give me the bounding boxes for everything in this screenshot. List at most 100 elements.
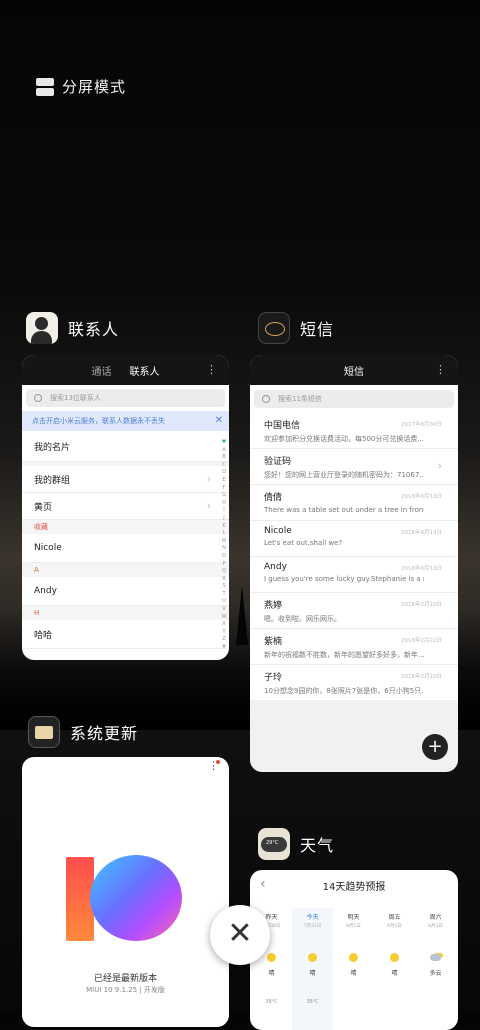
contacts-tab-bar: 通话 联系人 ⋮ [22, 355, 229, 385]
close-icon[interactable]: ✕ [215, 415, 223, 426]
message-thread-row[interactable]: 倩倩 There was a table set out under a tree… [250, 485, 458, 521]
alphabet-index-letter[interactable]: S [221, 583, 227, 591]
alphabet-index-letter[interactable]: F [221, 485, 227, 493]
split-screen-button[interactable]: 分屏模式 [36, 76, 126, 97]
messages-search-input[interactable]: 搜索11条短信 [254, 390, 454, 408]
message-thread-row[interactable]: 验证码 您好！您的网上营业厅登录的随机密码为：71067... › [250, 449, 458, 485]
alphabet-index-scroller[interactable]: ♥ A B C D E F G H I J K L M N O P Q R S T U V W X Y Z # [221, 439, 227, 652]
forecast-day[interactable]: 明天 8月1日 [333, 912, 374, 929]
alphabet-index-letter[interactable]: J [221, 515, 227, 523]
weather-card[interactable]: ‹ 14天趋势预报 昨天 7月30日 今天 7月31日 明天 8月1日 周五 8月2日 周六 8月… [250, 870, 458, 1030]
alphabet-index-letter[interactable]: A [221, 447, 227, 455]
day-label: 周五 [388, 914, 401, 921]
message-date: 2017年8月30日 [401, 422, 442, 428]
condition-label: 晴 [309, 970, 316, 977]
new-message-button[interactable]: + [422, 734, 448, 760]
message-date: 2018年2月22日 [401, 674, 442, 680]
alphabet-index-letter[interactable]: ♥ [221, 439, 227, 447]
forecast-day[interactable]: 周六 8月3日 [415, 912, 456, 929]
temp-label: 38°C [306, 999, 319, 1005]
forecast-day[interactable]: 今天 7月31日 [292, 912, 333, 929]
contacts-menu-icon[interactable]: ⋮ [206, 363, 217, 376]
weather-days-row: 昨天 7月30日 今天 7月31日 明天 8月1日 周五 8月2日 周六 8月3日 [250, 912, 458, 929]
weather-title-bar: ‹ 14天趋势预报 [250, 870, 458, 900]
contacts-app-title: 联系人 [68, 320, 120, 339]
contacts-app-header[interactable]: 联系人 [26, 312, 119, 344]
message-thread-row[interactable]: Andy I guess you're some lucky guy.Stepha… [250, 557, 458, 593]
updater-app-header[interactable]: 系统更新 [28, 716, 138, 748]
tab-contacts[interactable]: 联系人 [130, 363, 160, 378]
my-groups-label: 我的群组 [34, 475, 71, 486]
alphabet-index-letter[interactable]: D [221, 469, 227, 477]
alphabet-index-letter[interactable]: N [221, 545, 227, 553]
alphabet-index-letter[interactable]: R [221, 576, 227, 584]
message-thread-row[interactable]: Nicole Let's eat out,shall we? 2018年6月13日 [250, 521, 458, 557]
messages-app-header[interactable]: 短信 [258, 312, 334, 344]
alphabet-index-letter[interactable]: X [221, 621, 227, 629]
alphabet-index-letter[interactable]: # [221, 644, 227, 652]
cloud-service-notice[interactable]: 点击开启小米云服务，联系人数据永不丢失 ✕ [22, 411, 229, 431]
yellow-pages-label: 黄页 [34, 502, 53, 513]
alphabet-index-letter[interactable]: L [221, 530, 227, 538]
message-thread-row[interactable]: 子玲 10分想念9园的你，8张照片7张是你，6只小狗5只... 2018年2月22日 [250, 665, 458, 701]
alphabet-index-letter[interactable]: I [221, 507, 227, 515]
contact-row-nicole[interactable]: Nicole [22, 534, 229, 563]
updater-card[interactable]: ⋮ 已经是最新版本 MIUI 10 9.1.25 | 开发版 [22, 757, 229, 1027]
contacts-card[interactable]: 通话 联系人 ⋮ 搜索13位联系人 点击开启小米云服务，联系人数据永不丢失 ✕ … [22, 355, 229, 660]
contact-row-andy[interactable]: Andy [22, 577, 229, 606]
condition-label: 晴 [268, 970, 275, 977]
alphabet-index-letter[interactable]: P [221, 561, 227, 569]
back-arrow-icon[interactable]: ‹ [260, 876, 266, 892]
alphabet-index-letter[interactable]: O [221, 553, 227, 561]
alphabet-index-letter[interactable]: H [221, 500, 227, 508]
sunny-icon [349, 953, 358, 962]
message-preview: 10分想念9园的你，8张照片7张是你，6只小狗5只... [264, 687, 424, 695]
my-card-row[interactable]: 我的名片 [22, 431, 229, 462]
alphabet-index-letter[interactable]: E [221, 477, 227, 485]
weather-app-title: 天气 [300, 836, 335, 855]
updater-app-icon [28, 716, 60, 748]
messages-app-title: 短信 [300, 320, 335, 339]
alphabet-index-letter[interactable]: M [221, 538, 227, 546]
alphabet-index-letter[interactable]: C [221, 462, 227, 470]
chevron-right-icon: › [207, 473, 211, 485]
messages-menu-icon[interactable]: ⋮ [435, 363, 446, 376]
messages-header: 短信 [344, 366, 364, 378]
tower-spire [236, 585, 248, 645]
yellow-pages-row[interactable]: 黄页 › [22, 493, 229, 520]
alphabet-index-letter[interactable]: B [221, 454, 227, 462]
contact-name: Nicole [34, 543, 62, 553]
weather-header: 14天趋势预报 [322, 881, 386, 893]
message-preview: There was a table set out under a tree i… [264, 506, 424, 514]
weather-app-icon: 29°C [258, 828, 290, 860]
day-label: 明天 [347, 914, 360, 921]
alphabet-index-letter[interactable]: V [221, 606, 227, 614]
close-all-button[interactable]: ✕ [210, 905, 270, 965]
day-date: 8月2日 [387, 924, 402, 929]
message-thread-row[interactable]: 紫楠 新年的祝福数不胜数，新年的愿望好多好多，新年... 2018年2月22日 [250, 629, 458, 665]
alphabet-index-letter[interactable]: W [221, 614, 227, 622]
alphabet-index-letter[interactable]: T [221, 591, 227, 599]
alphabet-index-letter[interactable]: U [221, 598, 227, 606]
contact-row-haha[interactable]: 哈哈 [22, 620, 229, 649]
contacts-search-input[interactable]: 搜索13位联系人 [26, 389, 225, 407]
message-preview: Let's eat out,shall we? [264, 539, 343, 547]
message-thread-row[interactable]: 燕婷 嗯。收到啦。网乐网乐。 2018年2月22日 [250, 593, 458, 629]
contacts-app-icon [26, 312, 58, 344]
tab-calls[interactable]: 通话 [92, 363, 112, 378]
messages-card[interactable]: 短信 ⋮ 搜索11条短信 中国电信 欢迎参加积分兑换话费活动，每500分可兑换话费… [250, 355, 458, 772]
notice-text: 点击开启小米云服务，联系人数据永不丢失 [32, 417, 165, 425]
alphabet-index-letter[interactable]: K [221, 523, 227, 531]
alphabet-index-letter[interactable]: Z [221, 636, 227, 644]
temp-label: 38°C [265, 999, 278, 1005]
message-date: 2018年2月22日 [401, 638, 442, 644]
weather-app-header[interactable]: 29°C 天气 [258, 828, 334, 860]
forecast-condition: 晴 [333, 953, 374, 977]
alphabet-index-letter[interactable]: G [221, 492, 227, 500]
forecast-condition: 多云 [415, 953, 456, 977]
forecast-day[interactable]: 周五 8月2日 [374, 912, 415, 929]
alphabet-index-letter[interactable]: Y [221, 629, 227, 637]
message-thread-row[interactable]: 中国电信 欢迎参加积分兑换话费活动，每500分可兑换话费... 2017年8月30日 [250, 413, 458, 449]
my-groups-row[interactable]: 我的群组 › [22, 466, 229, 493]
alphabet-index-letter[interactable]: Q [221, 568, 227, 576]
